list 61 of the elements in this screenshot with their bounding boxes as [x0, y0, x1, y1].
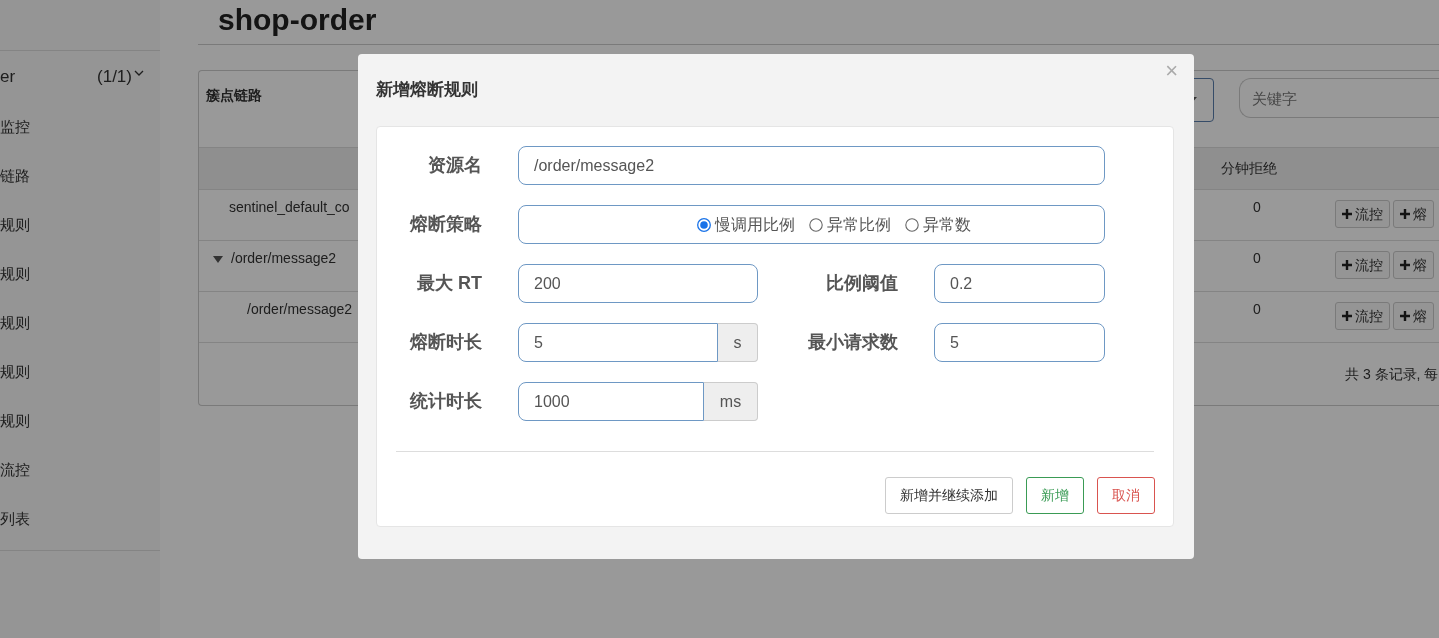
plus-icon — [1400, 311, 1411, 321]
resource-name: sentinel_default_co — [229, 198, 350, 217]
dialog-button[interactable]: 新增并继续添加 — [885, 477, 1013, 514]
radio-label[interactable]: 慢调用比例 — [715, 212, 795, 237]
plus-icon — [1400, 209, 1411, 219]
unit-label: ms — [704, 382, 758, 421]
plus-icon — [1341, 260, 1352, 270]
add-rule-button[interactable]: 流控 — [1334, 200, 1390, 228]
pagination-text: 共 3 条记录, 每 — [1345, 366, 1439, 382]
field-label: 比例阈值 — [826, 272, 899, 295]
field-label: 资源名 — [428, 154, 483, 177]
table-cell-text: 0 — [1253, 198, 1261, 217]
app-name[interactable]: er — [0, 64, 16, 90]
unit-label: s — [718, 323, 758, 362]
radio-button[interactable] — [809, 217, 823, 232]
input-field[interactable]: 5 — [934, 323, 1105, 362]
input-field[interactable]: 0.2 — [934, 264, 1105, 303]
input-field[interactable]: 200 — [518, 264, 758, 303]
radio-button[interactable] — [697, 217, 711, 232]
sidebar-item[interactable]: 规则 — [0, 312, 30, 335]
radio-label[interactable]: 异常比例 — [827, 212, 891, 237]
add-rule-button[interactable]: 熔 — [1393, 200, 1435, 228]
dialog-title: 新增熔断规则 — [376, 79, 478, 101]
table-cell-text: 0 — [1253, 249, 1261, 268]
sidebar-item[interactable]: 监控 — [0, 116, 30, 139]
sidebar-item[interactable]: 流控 — [0, 459, 30, 482]
column-header: 分钟拒绝 — [1221, 160, 1277, 176]
page-title: shop-order — [218, 2, 378, 38]
field-label: 最小请求数 — [808, 331, 899, 354]
field-label: 熔断时长 — [410, 331, 483, 354]
resource-name: /order/message2 — [231, 249, 337, 268]
add-rule-button[interactable]: 熔 — [1393, 251, 1435, 279]
add-rule-button[interactable]: 流控 — [1334, 251, 1390, 279]
search-field[interactable]: 关键字 — [1239, 78, 1439, 118]
add-rule-button[interactable]: 流控 — [1334, 302, 1390, 330]
input-field[interactable]: /order/message2 — [518, 146, 1105, 185]
plus-icon — [1400, 260, 1411, 270]
dialog-button[interactable]: 取消 — [1097, 477, 1155, 514]
chevron-icon[interactable] — [134, 69, 144, 77]
sidebar-item[interactable]: 规则 — [0, 263, 30, 286]
app-count: (1/1) — [97, 66, 132, 89]
input-field[interactable]: 1000 — [518, 382, 704, 421]
add-rule-button[interactable]: 熔 — [1393, 302, 1435, 330]
table-cell-text: 0 — [1253, 300, 1261, 319]
sidebar-item[interactable]: 规则 — [0, 410, 30, 433]
card-heading: 簇点链路 — [206, 87, 262, 103]
field-label: 统计时长 — [410, 390, 483, 413]
sidebar-item[interactable]: 规则 — [0, 361, 30, 384]
sidebar-item[interactable]: 链路 — [0, 165, 30, 188]
input-field[interactable]: 5 — [518, 323, 718, 362]
resource-name: /order/message2 — [247, 300, 353, 319]
sidebar-item[interactable]: 规则 — [0, 214, 30, 237]
radio-button[interactable] — [905, 217, 919, 232]
plus-icon — [1341, 209, 1352, 219]
radio-label[interactable]: 异常数 — [923, 212, 971, 237]
plus-icon — [1341, 311, 1352, 321]
toggle-icon[interactable] — [213, 254, 223, 264]
field-label: 熔断策略 — [410, 213, 483, 236]
sidebar-item[interactable]: 列表 — [0, 508, 30, 531]
dialog-button[interactable]: 新增 — [1026, 477, 1084, 514]
field-label: 最大 RT — [417, 272, 483, 295]
